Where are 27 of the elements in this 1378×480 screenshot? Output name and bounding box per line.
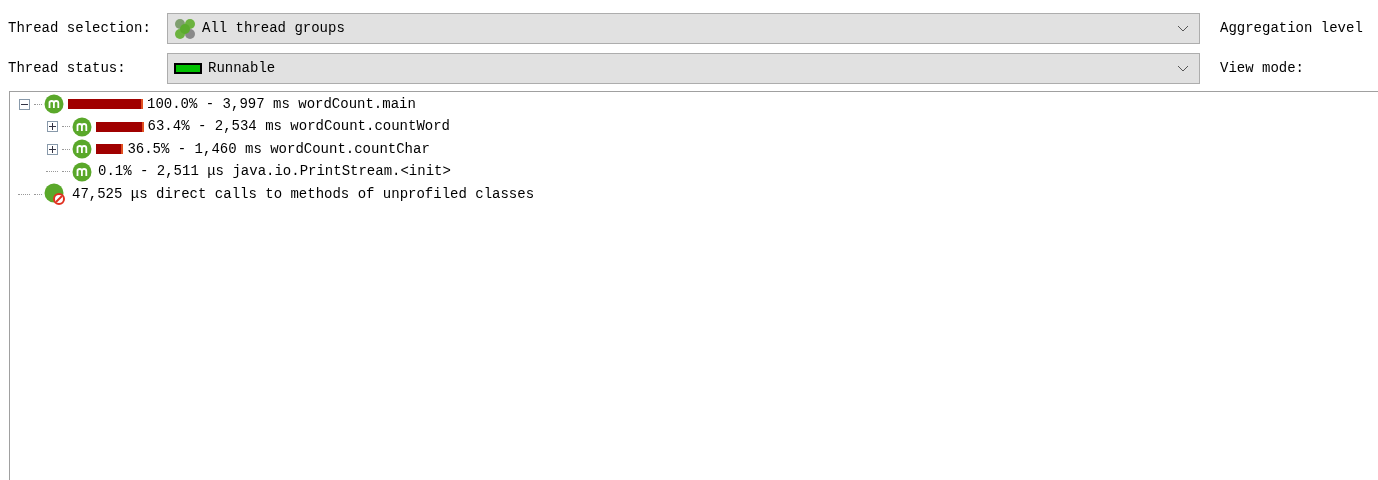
filter-label: Thread status: <box>7 59 127 78</box>
node-label[interactable]: 36.5% - 1,460 ms wordCount.countChar <box>127 138 430 160</box>
plus-icon <box>48 145 56 153</box>
plus-icon <box>48 123 56 131</box>
chevron-down-icon <box>1177 25 1189 32</box>
method-icon <box>72 139 92 160</box>
collapse-toggle[interactable] <box>18 98 30 110</box>
time-bar <box>96 144 124 155</box>
expand-toggle[interactable] <box>46 143 58 155</box>
thread-groups-icon <box>174 17 196 40</box>
filter-dropdown[interactable]: Runnable <box>167 53 1200 84</box>
node-label[interactable]: 47,525 μs direct calls to methods of unprofiled classes <box>72 183 535 205</box>
filter-label: Thread selection: <box>7 19 152 38</box>
filter-dropdown[interactable]: All thread groups <box>167 13 1200 44</box>
method-icon <box>72 161 92 182</box>
method-icon <box>44 94 64 115</box>
method-blocked-icon <box>44 183 66 206</box>
method-icon <box>72 116 92 137</box>
runnable-status-icon <box>174 63 202 74</box>
filter-label: View mode: <box>1220 59 1304 78</box>
time-bar <box>96 121 144 132</box>
filter-label: Aggregation level <box>1220 19 1363 38</box>
node-label[interactable]: 63.4% - 2,534 ms wordCount.countWord <box>147 116 450 138</box>
node-label[interactable]: 100.0% - 3,997 ms wordCount.main <box>147 93 416 115</box>
chevron-down-icon <box>1177 65 1189 72</box>
node-label[interactable]: 0.1% - 2,511 μs java.io.PrintStream.<init> <box>98 161 451 183</box>
expand-toggle[interactable] <box>46 121 58 133</box>
